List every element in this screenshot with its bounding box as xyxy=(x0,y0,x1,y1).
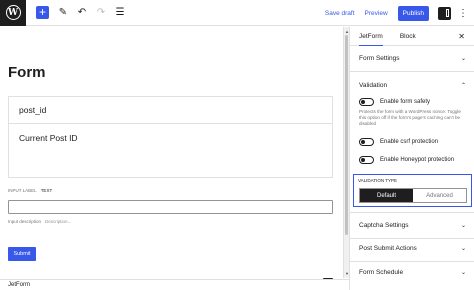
input-description-placeholder[interactable]: Description... xyxy=(45,219,71,224)
hidden-field-block[interactable]: post_id Current Post ID xyxy=(8,96,333,178)
panel-form-settings-label: Form Settings xyxy=(359,55,400,62)
input-label-caption: INPUT LABEL xyxy=(8,188,37,193)
form-safety-row: Enable form safety xyxy=(359,98,474,106)
panel-form-schedule-label: Form Schedule xyxy=(359,268,404,276)
validation-type-label: VALIDATION TYPE xyxy=(358,178,398,183)
csrf-label: Enable csrf protection xyxy=(380,138,439,145)
editor-canvas: Form post_id Current Post ID INPUT LABEL… xyxy=(0,27,343,288)
settings-sidebar-toggle-icon[interactable] xyxy=(438,6,451,20)
panel-validation-label: Validation xyxy=(359,81,388,89)
validation-default-option[interactable]: Default xyxy=(360,189,413,202)
post-title[interactable]: Form xyxy=(8,64,46,81)
chevron-up-icon: ⌃ xyxy=(460,82,466,89)
submit-button[interactable]: Submit xyxy=(8,247,36,261)
scrollbar-thumb[interactable] xyxy=(345,35,348,235)
panel-captcha-label: Captcha Settings xyxy=(359,222,409,229)
chevron-down-icon: ⌄ xyxy=(460,246,466,252)
panel-form-settings[interactable]: Form Settings ⌄ xyxy=(350,46,474,72)
form-safety-toggle[interactable] xyxy=(359,98,374,106)
block-breadcrumb[interactable]: JetForm xyxy=(0,279,349,290)
close-icon[interactable]: ✕ xyxy=(458,32,465,41)
pencil-icon[interactable]: ✎ xyxy=(58,7,68,18)
form-safety-label: Enable form safety xyxy=(380,99,431,105)
text-field-input[interactable] xyxy=(8,200,333,214)
csrf-row: Enable csrf protection xyxy=(359,137,474,146)
input-description-row: Input description Description... xyxy=(8,219,71,224)
preview-button[interactable]: Preview xyxy=(365,10,388,17)
form-safety-help: Protects the form with a WordPress nonce… xyxy=(359,109,461,127)
publish-button[interactable]: Publish xyxy=(397,5,429,21)
field-name: post_id xyxy=(9,97,332,124)
validation-type-control: VALIDATION TYPE Default Advanced xyxy=(353,174,472,207)
chevron-down-icon: ⌄ xyxy=(460,269,466,276)
panel-form-schedule[interactable]: Form Schedule ⌄ xyxy=(350,259,474,285)
add-block-button[interactable]: + xyxy=(36,6,49,19)
settings-sidebar: JetForm Block ✕ Form Settings ⌄ Validati… xyxy=(349,27,474,290)
panel-post-submit-label: Post Submit Actions xyxy=(359,245,417,252)
tab-block[interactable]: Block xyxy=(400,27,416,46)
wordpress-logo-button[interactable]: W xyxy=(0,0,26,26)
wordpress-icon: W xyxy=(5,5,21,20)
honeypot-row: Enable Honeypot protection xyxy=(359,155,474,164)
honeypot-toggle[interactable] xyxy=(359,155,374,164)
editor-toolbar: W + ✎ ↶ ↷ ☰ Save draft Preview Publish ⋮ xyxy=(0,0,474,26)
validation-type-segmented: Default Advanced xyxy=(359,188,467,203)
panel-validation[interactable]: Validation ⌃ xyxy=(350,72,474,98)
csrf-toggle[interactable] xyxy=(359,137,374,146)
validation-advanced-option[interactable]: Advanced xyxy=(413,189,466,202)
input-label-value[interactable]: TEXT xyxy=(41,188,53,193)
input-label-row: INPUT LABEL TEXT xyxy=(8,188,52,193)
list-view-icon[interactable]: ☰ xyxy=(115,7,125,18)
field-value: Current Post ID xyxy=(19,132,78,143)
chevron-down-icon: ⌄ xyxy=(460,223,466,229)
honeypot-label: Enable Honeypot protection xyxy=(380,156,455,163)
save-draft-button[interactable]: Save draft xyxy=(325,10,355,17)
more-vertical-icon[interactable]: ⋮ xyxy=(458,8,468,19)
input-description-caption: Input description xyxy=(8,219,42,224)
tab-jetform[interactable]: JetForm xyxy=(359,27,383,46)
redo-icon[interactable]: ↷ xyxy=(96,7,106,18)
undo-icon[interactable]: ↶ xyxy=(77,7,87,18)
chevron-down-icon: ⌄ xyxy=(460,56,466,62)
sidebar-tabs: JetForm Block ✕ xyxy=(350,27,474,46)
